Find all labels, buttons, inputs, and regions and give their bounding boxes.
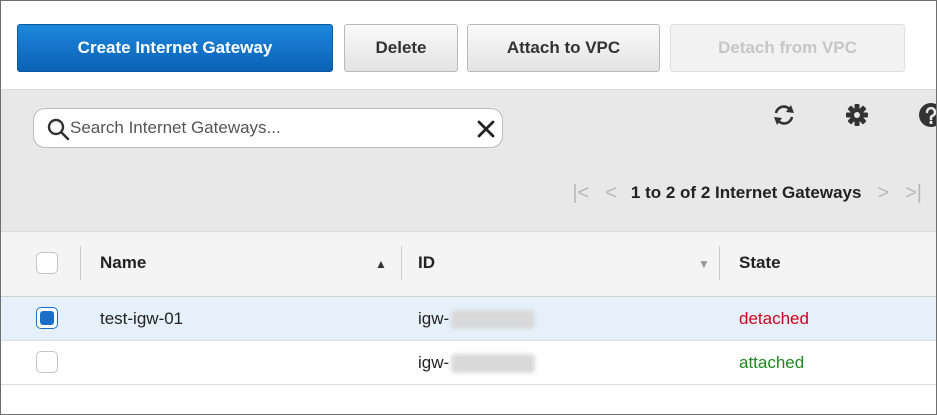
gateway-id: igw- — [418, 309, 536, 330]
redacted-id — [451, 310, 536, 330]
table-row[interactable]: igw- attached — [1, 341, 936, 385]
help-icon[interactable] — [918, 102, 937, 128]
attach-to-vpc-button[interactable]: Attach to VPC — [467, 24, 660, 72]
create-internet-gateway-button[interactable]: Create Internet Gateway — [17, 24, 333, 72]
app-window: Create Internet Gateway Delete Attach to… — [0, 0, 937, 415]
pagination-summary: 1 to 2 of 2 Internet Gateways — [630, 183, 862, 202]
sort-descending-icon[interactable]: ▼ — [698, 257, 710, 271]
search-input[interactable] — [70, 115, 450, 141]
gear-icon[interactable] — [844, 102, 870, 128]
table-row[interactable]: test-igw-01 igw- detached — [1, 297, 936, 341]
first-page-button[interactable]: |< — [572, 182, 589, 205]
row-checkbox[interactable] — [36, 351, 58, 373]
row-checkbox[interactable] — [36, 307, 58, 329]
delete-button[interactable]: Delete — [344, 24, 458, 72]
gateways-table: Name ▲ ID ▼ State test-igw-01 igw- detac… — [1, 231, 936, 385]
gateway-state: detached — [739, 309, 809, 328]
close-icon[interactable] — [474, 117, 498, 141]
gateway-state: attached — [739, 353, 805, 372]
search-box[interactable] — [33, 108, 503, 148]
next-page-button[interactable]: > — [877, 182, 889, 205]
column-divider — [719, 246, 720, 280]
refresh-icon[interactable] — [771, 102, 797, 128]
last-page-button[interactable]: >| — [905, 182, 922, 205]
table-header: Name ▲ ID ▼ State — [1, 231, 936, 297]
column-divider — [80, 246, 81, 280]
redacted-id — [451, 354, 536, 374]
column-header-state[interactable]: State — [739, 253, 781, 273]
search-icon — [47, 118, 70, 141]
filter-panel: |< < 1 to 2 of 2 Internet Gateways > >| — [1, 89, 936, 232]
sort-ascending-icon[interactable]: ▲ — [375, 257, 387, 271]
detach-from-vpc-button[interactable]: Detach from VPC — [670, 24, 905, 72]
gateway-id: igw- — [418, 353, 536, 374]
column-divider — [401, 246, 402, 280]
column-header-id[interactable]: ID — [418, 253, 435, 273]
toolbar: Create Internet Gateway Delete Attach to… — [1, 1, 936, 89]
gateway-name: test-igw-01 — [100, 309, 184, 328]
select-all-checkbox[interactable] — [36, 252, 58, 274]
column-header-name[interactable]: Name — [100, 253, 146, 273]
pagination: |< < 1 to 2 of 2 Internet Gateways > >| — [572, 178, 936, 208]
prev-page-button[interactable]: < — [605, 182, 617, 205]
